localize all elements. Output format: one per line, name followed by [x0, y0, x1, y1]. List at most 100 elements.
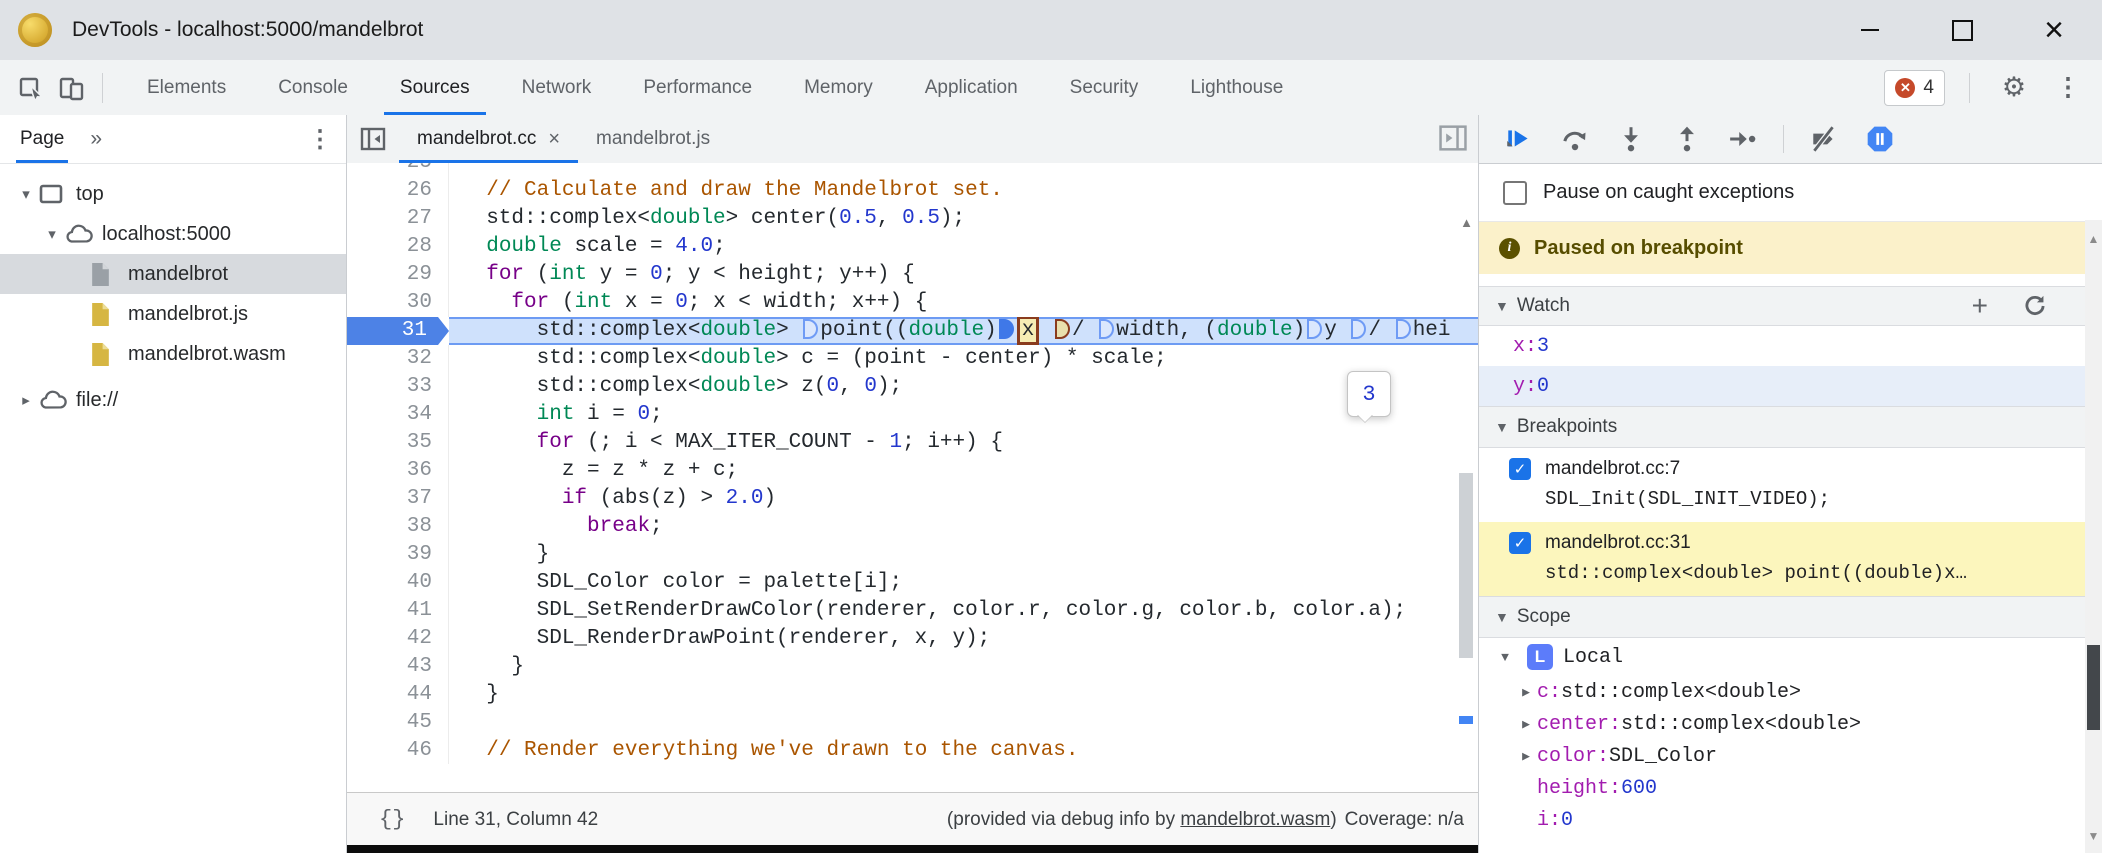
- chevron-right-icon[interactable]: ▶: [1515, 685, 1537, 700]
- panel-scrollbar[interactable]: ▲ ▼: [2085, 220, 2102, 853]
- tab-security[interactable]: Security: [1044, 60, 1165, 115]
- active-position-marker-icon[interactable]: [999, 319, 1014, 339]
- editor-tab-mandelbrot-cc[interactable]: mandelbrot.cc×: [399, 115, 578, 163]
- inspect-icon[interactable]: [12, 68, 52, 108]
- editor-vertical-scrollbar[interactable]: ▲ ▼: [1455, 211, 1478, 764]
- tree-item-top[interactable]: ▾top: [0, 174, 346, 214]
- inline-breakpoint-marker-icon[interactable]: [1307, 319, 1322, 339]
- inline-breakpoint-marker-icon[interactable]: [1055, 319, 1070, 339]
- line-number[interactable]: 42: [347, 625, 449, 653]
- step-out-icon[interactable]: [1669, 121, 1705, 157]
- tab-elements[interactable]: Elements: [121, 60, 252, 115]
- breakpoint-entry[interactable]: ✓mandelbrot.cc:7SDL_Init(SDL_INIT_VIDEO)…: [1479, 448, 2102, 522]
- code-text[interactable]: for (; i < MAX_ITER_COUNT - 1; i++) {: [449, 429, 1478, 457]
- scrollbar-thumb[interactable]: [2087, 645, 2100, 730]
- tab-lighthouse[interactable]: Lighthouse: [1164, 60, 1309, 115]
- line-number[interactable]: 44: [347, 681, 449, 709]
- chevron-right-icon[interactable]: ▶: [1515, 717, 1537, 732]
- line-number[interactable]: 37: [347, 485, 449, 513]
- line-number[interactable]: 31: [347, 317, 449, 345]
- step-over-icon[interactable]: [1557, 121, 1593, 157]
- chevron-right-icon[interactable]: ▸: [14, 391, 38, 409]
- code-text[interactable]: [449, 163, 1478, 177]
- line-number[interactable]: 33: [347, 373, 449, 401]
- maximize-button[interactable]: [1934, 0, 1990, 60]
- hide-navigator-icon[interactable]: [347, 115, 399, 163]
- code-text[interactable]: }: [449, 681, 1478, 709]
- line-number[interactable]: 36: [347, 457, 449, 485]
- chevron-down-icon[interactable]: ▾: [40, 225, 64, 243]
- scope-variable-c[interactable]: ▶c: std::complex<double>: [1479, 676, 2102, 708]
- code-text[interactable]: SDL_Color color = palette[i];: [449, 569, 1478, 597]
- code-text[interactable]: std::complex<double> c = (point - center…: [449, 345, 1478, 373]
- line-number[interactable]: 45: [347, 709, 449, 737]
- tree-item-mandelbrot[interactable]: mandelbrot: [0, 254, 346, 294]
- tree-item-file-[interactable]: ▸file://: [0, 380, 346, 420]
- tree-item-mandelbrot.js[interactable]: mandelbrot.js: [0, 294, 346, 334]
- tab-performance[interactable]: Performance: [617, 60, 778, 115]
- chevron-right-icon[interactable]: ▶: [1515, 749, 1537, 764]
- code-text[interactable]: [449, 709, 1478, 737]
- tab-page[interactable]: Page: [20, 115, 64, 163]
- line-number[interactable]: 29: [347, 261, 449, 289]
- chevron-down-icon[interactable]: ▾: [14, 185, 38, 203]
- code-text[interactable]: // Calculate and draw the Mandelbrot set…: [449, 177, 1478, 205]
- code-text[interactable]: z = z * z + c;: [449, 457, 1478, 485]
- line-number[interactable]: 46: [347, 737, 449, 764]
- close-button[interactable]: ×: [2026, 0, 2082, 60]
- code-text[interactable]: break;: [449, 513, 1478, 541]
- tree-item-mandelbrot.wasm[interactable]: mandelbrot.wasm: [0, 334, 346, 374]
- line-number[interactable]: 27: [347, 205, 449, 233]
- code-text[interactable]: std::complex<double> z(0, 0);: [449, 373, 1478, 401]
- more-menu-icon[interactable]: ⋮: [2048, 68, 2088, 108]
- scroll-up-arrow-icon[interactable]: ▲: [2085, 232, 2102, 246]
- tab-console[interactable]: Console: [252, 60, 374, 115]
- watch-expression-y[interactable]: y: 0: [1479, 366, 2102, 406]
- scope-variable-i[interactable]: i: 0: [1479, 804, 2102, 836]
- tab-application[interactable]: Application: [899, 60, 1044, 115]
- code-text[interactable]: double scale = 4.0;: [449, 233, 1478, 261]
- watch-expression-x[interactable]: x: 3: [1479, 326, 2102, 366]
- code-text[interactable]: SDL_SetRenderDrawColor(renderer, color.r…: [449, 597, 1478, 625]
- code-text[interactable]: for (int y = 0; y < height; y++) {: [449, 261, 1478, 289]
- line-number[interactable]: 35: [347, 429, 449, 457]
- line-number[interactable]: 32: [347, 345, 449, 373]
- code-text[interactable]: if (abs(z) > 2.0): [449, 485, 1478, 513]
- scope-variable-center[interactable]: ▶center: std::complex<double>: [1479, 708, 2102, 740]
- step-into-icon[interactable]: [1613, 121, 1649, 157]
- code-text[interactable]: for (int x = 0; x < width; x++) {: [449, 289, 1478, 317]
- more-tabs-chevron[interactable]: »: [90, 127, 102, 151]
- navigator-menu-icon[interactable]: ⋮: [308, 125, 332, 154]
- code-text[interactable]: std::complex<double> center(0.5, 0.5);: [449, 205, 1478, 233]
- minimize-button[interactable]: [1842, 0, 1898, 60]
- inline-breakpoint-marker-icon[interactable]: [803, 319, 818, 339]
- tab-memory[interactable]: Memory: [778, 60, 899, 115]
- line-number[interactable]: 34: [347, 401, 449, 429]
- line-number[interactable]: 28: [347, 233, 449, 261]
- line-number[interactable]: 41: [347, 597, 449, 625]
- line-number[interactable]: 25: [347, 163, 449, 177]
- tree-item-localhost-5000[interactable]: ▾localhost:5000: [0, 214, 346, 254]
- error-badge[interactable]: ✕ 4: [1884, 70, 1945, 106]
- code-text[interactable]: std::complex<double> point((double)x / w…: [449, 317, 1478, 345]
- line-number[interactable]: 30: [347, 289, 449, 317]
- code-text[interactable]: }: [449, 653, 1478, 681]
- line-number[interactable]: 43: [347, 653, 449, 681]
- code-text[interactable]: SDL_RenderDrawPoint(renderer, x, y);: [449, 625, 1478, 653]
- device-toolbar-icon[interactable]: [52, 68, 92, 108]
- editor-tab-mandelbrot-js[interactable]: mandelbrot.js: [578, 115, 728, 163]
- tab-network[interactable]: Network: [496, 60, 618, 115]
- scope-section-header[interactable]: ▼ Scope: [1479, 596, 2102, 638]
- pretty-print-icon[interactable]: {}: [379, 807, 405, 832]
- settings-gear-icon[interactable]: ⚙: [1994, 68, 2034, 108]
- scope-variable-color[interactable]: ▶color: SDL_Color: [1479, 740, 2102, 772]
- scope-local-header[interactable]: ▼LLocal: [1479, 638, 2102, 676]
- code-text[interactable]: int i = 0;: [449, 401, 1478, 429]
- scroll-down-arrow-icon[interactable]: ▼: [2085, 829, 2102, 843]
- line-number[interactable]: 39: [347, 541, 449, 569]
- pause-on-exceptions-icon[interactable]: [1862, 121, 1898, 157]
- breakpoint-checkbox[interactable]: ✓: [1509, 532, 1531, 554]
- watch-section-header[interactable]: ▼ Watch +: [1479, 286, 2102, 326]
- pause-on-caught-label[interactable]: Pause on caught exceptions: [1543, 181, 1794, 204]
- line-number[interactable]: 38: [347, 513, 449, 541]
